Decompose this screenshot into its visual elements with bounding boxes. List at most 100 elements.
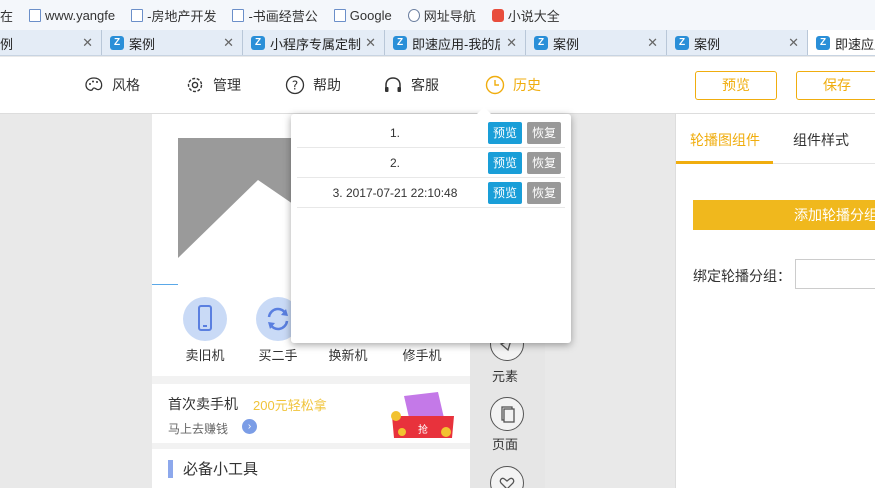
nav-label: 换新机 <box>328 348 368 363</box>
divider <box>152 376 470 384</box>
phone-icon <box>183 297 227 341</box>
history-row: 2. 预览 恢复 <box>297 148 565 178</box>
tab-label: 案例 <box>553 36 580 52</box>
history-row: 1. 预览 恢复 <box>297 118 565 148</box>
bookmark-item[interactable]: 在 <box>0 6 13 25</box>
tab-label: 案例 <box>129 36 156 52</box>
tab-carousel[interactable]: 轮播图组件 <box>690 130 760 150</box>
close-icon[interactable]: ✕ <box>788 36 799 49</box>
tab-component-style[interactable]: 组件样式 <box>793 130 849 150</box>
sell-title: 首次卖手机 <box>168 396 238 412</box>
history-restore-button[interactable]: 恢复 <box>527 152 561 174</box>
bind-group-label: 绑定轮播分组： <box>693 268 791 284</box>
page-icon <box>131 8 144 22</box>
tab-label: 即速应用 <box>835 36 875 52</box>
close-icon[interactable]: ✕ <box>647 36 658 49</box>
service-menu[interactable]: 客服 <box>383 75 439 95</box>
manage-menu[interactable]: 管理 <box>185 75 241 95</box>
red-envelope-icon: 抢 <box>391 392 454 438</box>
nav-label: 买二手 <box>258 348 298 363</box>
history-label: 历史 <box>513 77 541 93</box>
panel-tabs: 轮播图组件 组件样式 <box>676 114 875 164</box>
accent-bar <box>168 459 173 478</box>
app-favicon-icon: Z <box>675 36 689 50</box>
palette-icon <box>85 77 103 91</box>
bookmark-label: -书画经营公 <box>248 8 318 24</box>
browser-tab[interactable]: Z 即速应用-我的后 ✕ <box>385 30 526 55</box>
novel-icon <box>491 8 504 22</box>
tab-label: 案例 <box>694 36 721 52</box>
app-favicon-icon: Z <box>816 36 830 50</box>
history-menu[interactable]: 历史 <box>485 75 541 95</box>
close-icon[interactable]: ✕ <box>223 36 234 49</box>
tab-label: 小程序专属定制 <box>270 36 362 52</box>
sidebar-item-pages[interactable]: 页面 <box>492 434 518 453</box>
page-icon[interactable] <box>490 397 524 431</box>
help-menu[interactable]: ? 帮助 <box>285 75 341 95</box>
help-label: 帮助 <box>313 77 341 93</box>
bookmark-item[interactable]: 小说大全 <box>491 6 560 25</box>
editor-toolbar: 风格 管理 ? 帮助 客服 历史 预览 保存 <box>0 57 875 114</box>
service-label: 客服 <box>411 77 439 93</box>
gear-icon <box>187 77 203 93</box>
bookmark-label: Google <box>349 7 392 23</box>
chevron-right-icon: › <box>242 419 257 434</box>
bookmark-item[interactable]: 网址导航 <box>407 6 476 25</box>
properties-panel: 轮播图组件 组件样式 添加轮播分组 绑定轮播分组： <box>675 114 875 488</box>
page-icon <box>232 8 245 22</box>
bookmark-item[interactable]: www.yangfe <box>29 8 115 23</box>
save-button[interactable]: 保存 <box>796 71 875 100</box>
bind-group-select[interactable] <box>795 259 875 289</box>
nav-sell-old[interactable]: 卖旧机 <box>175 297 235 364</box>
bookmark-label: 在 <box>0 8 14 24</box>
browser-tab[interactable]: 例 ✕ <box>0 30 102 55</box>
close-icon[interactable]: ✕ <box>365 36 376 49</box>
history-preview-button[interactable]: 预览 <box>488 122 522 144</box>
tab-label: 即速应用-我的后 <box>412 36 500 52</box>
app-favicon-icon: Z <box>110 36 124 50</box>
history-row: 3. 2017-07-21 22:10:48 预览 恢复 <box>297 178 565 208</box>
bookmark-label: 小说大全 <box>507 8 560 24</box>
add-carousel-group-button[interactable]: 添加轮播分组 <box>693 200 875 230</box>
nav-label: 修手机 <box>402 348 442 363</box>
svg-text:?: ? <box>292 79 298 93</box>
bookmark-label: 网址导航 <box>423 8 476 24</box>
close-icon[interactable]: ✕ <box>82 36 93 49</box>
browser-tab[interactable]: Z 小程序专属定制 ✕ <box>243 30 385 55</box>
preview-button[interactable]: 预览 <box>695 71 777 100</box>
browser-tab[interactable]: Z 案例 ✕ <box>667 30 808 55</box>
browser-tab[interactable]: Z 案例 ✕ <box>526 30 667 55</box>
close-icon[interactable]: ✕ <box>506 36 517 49</box>
heart-icon[interactable] <box>490 466 524 488</box>
bookmark-item[interactable]: -房地产开发 <box>131 6 216 25</box>
browser-tab-active[interactable]: Z 即速应用 <box>808 30 875 55</box>
divider <box>152 443 470 449</box>
sell-promo-card[interactable]: 首次卖手机 200元轻松拿 马上去赚钱 › 抢 <box>152 384 470 442</box>
sell-link[interactable]: 马上去赚钱 <box>168 420 228 437</box>
sell-promo: 200元轻松拿 <box>253 398 327 413</box>
active-tab-underline <box>676 161 773 164</box>
headphones-icon <box>385 77 401 92</box>
globe-icon <box>407 8 420 22</box>
history-preview-button[interactable]: 预览 <box>488 182 522 204</box>
history-preview-button[interactable]: 预览 <box>488 152 522 174</box>
page-icon <box>333 8 346 22</box>
style-menu[interactable]: 风格 <box>84 75 140 95</box>
bookmark-label: -房地产开发 <box>147 8 217 24</box>
browser-tab[interactable]: Z 案例 ✕ <box>102 30 243 55</box>
history-entry: 2. <box>389 156 400 170</box>
badge-text: 抢 <box>418 423 428 436</box>
history-entry: 3. 2017-07-21 22:10:48 <box>332 186 458 200</box>
history-restore-button[interactable]: 恢复 <box>527 122 561 144</box>
nav-label: 卖旧机 <box>185 348 225 363</box>
bookmark-item[interactable]: -书画经营公 <box>232 6 318 25</box>
browser-tab-strip: 例 ✕ Z 案例 ✕ Z 小程序专属定制 ✕ Z 即速应用-我的后 ✕ Z 案例… <box>0 30 875 56</box>
app-favicon-icon: Z <box>534 36 548 50</box>
question-icon: ? <box>285 75 305 95</box>
manage-label: 管理 <box>213 77 241 93</box>
bookmark-item[interactable]: Google <box>333 7 392 23</box>
history-restore-button[interactable]: 恢复 <box>527 182 561 204</box>
app-favicon-icon: Z <box>393 36 407 50</box>
tools-section-heading: 必备小工具 <box>168 458 258 479</box>
sidebar-item-elements[interactable]: 元素 <box>492 366 518 385</box>
